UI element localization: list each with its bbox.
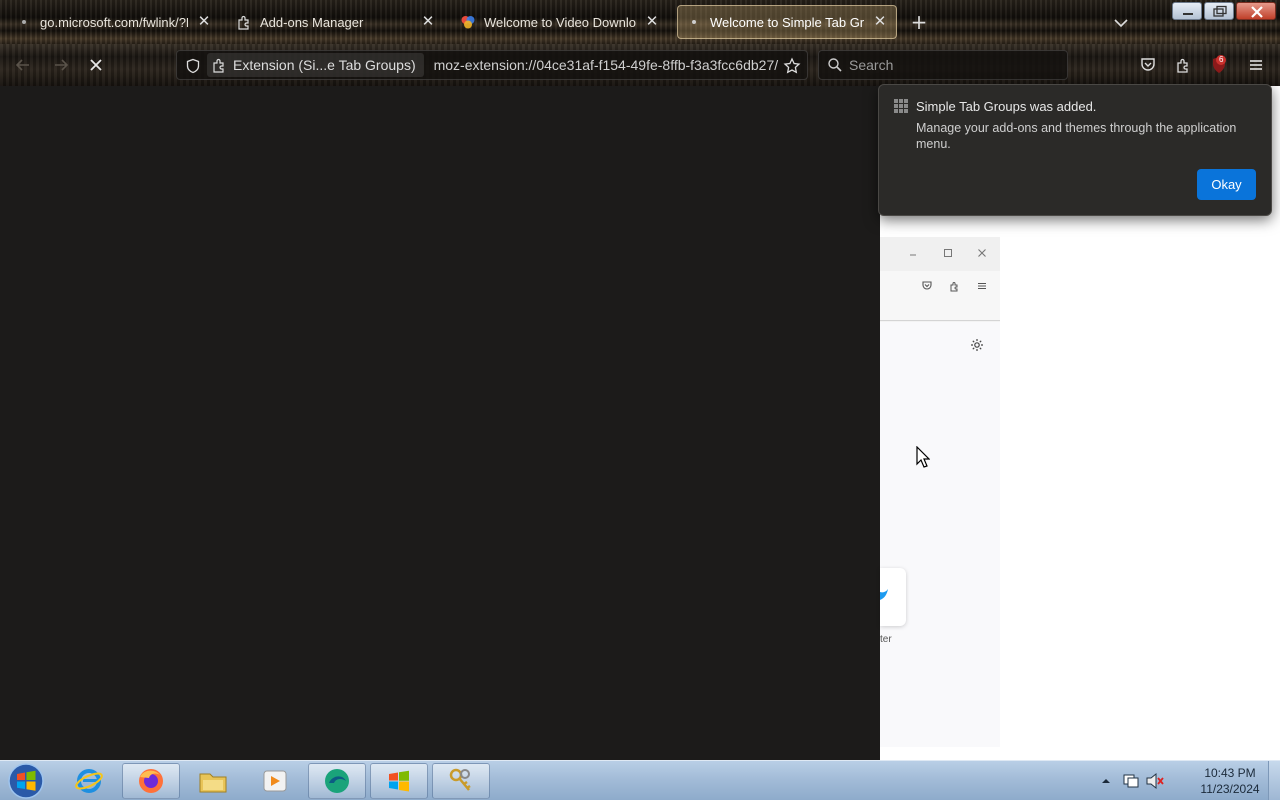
inner-caption: ter [880,634,892,645]
show-desktop-button[interactable] [1268,761,1280,800]
restore-button[interactable] [1204,2,1234,20]
puzzle-icon [950,282,958,292]
stop-button[interactable] [85,54,107,76]
screen: go.microsoft.com/fwlink/?LinkI ✕ Add-ons… [0,0,1280,800]
puzzle-icon [236,14,252,30]
internet-explorer-icon [75,769,103,793]
taskbar-media-player[interactable] [246,763,304,799]
clock-date: 11/23/2024 [1200,782,1260,796]
puzzle-icon [1177,58,1188,73]
gear-icon [971,339,983,351]
grid-icon [894,99,908,113]
close-icon[interactable]: ✕ [196,14,212,30]
notification-title: Simple Tab Groups was added. [916,99,1097,114]
star-icon[interactable] [783,57,801,75]
minimize-icon [1183,13,1193,15]
puzzle-icon [213,58,224,73]
okay-button[interactable]: Okay [1197,169,1256,200]
url-text[interactable]: moz-extension://04ce31af-f154-49fe-8ffb-… [434,57,784,73]
window-controls [1172,2,1276,20]
media-player-icon [263,770,287,792]
close-icon [1251,6,1263,18]
taskbar: 10:43 PM 11/23/2024 [0,760,1280,800]
url-bar[interactable]: Extension (Si...e Tab Groups) moz-extens… [176,50,808,80]
arrow-right-icon [55,59,69,71]
chevron-down-icon [1114,19,1128,28]
tab-simple-tab-groups[interactable]: Welcome to Simple Tab Groups ✕ [677,5,897,39]
taskbar-internet-explorer[interactable] [60,763,118,799]
ublock-button[interactable]: 6 [1208,54,1230,76]
notification-message: Manage your add-ons and themes through t… [916,121,1237,151]
hamburger-menu-icon [978,283,986,289]
search-bar[interactable] [818,50,1068,80]
browser-app-icon [325,769,349,793]
identity-box[interactable]: Extension (Si...e Tab Groups) [207,53,424,77]
taskbar-firefox[interactable] [122,763,180,799]
tab-video-downloadhelper[interactable]: Welcome to Video Downloadh ✕ [452,5,668,39]
embedded-browser-screenshot: ter [880,237,1000,747]
firefox-icon [139,769,163,793]
forward-button[interactable] [50,54,72,76]
navigation-toolbar: Extension (Si...e Tab Groups) moz-extens… [0,44,1280,86]
list-all-tabs-button[interactable] [1110,12,1132,34]
close-icon [978,249,986,257]
inner-card [880,568,906,626]
twitter-icon [880,589,888,600]
minimize-button[interactable] [1172,2,1202,20]
search-icon [828,58,842,72]
taskbar-keys-tool[interactable] [432,763,490,799]
extensions-button[interactable] [1173,54,1195,76]
volume-muted-icon[interactable] [1145,772,1165,790]
shield-icon[interactable] [185,58,201,74]
dot-icon [686,14,702,30]
chevron-up-icon[interactable] [1101,777,1111,785]
minimize-icon [910,254,916,256]
mouse-cursor-icon [916,446,930,468]
hamburger-menu-icon [1250,60,1262,70]
stop-icon [90,59,102,71]
dot-icon [16,14,32,30]
search-input[interactable] [849,57,1049,73]
tab-fwlink[interactable]: go.microsoft.com/fwlink/?LinkI ✕ [8,5,220,39]
file-explorer-icon [199,773,227,793]
close-window-button[interactable] [1236,2,1276,20]
taskbar-browser-app[interactable] [308,763,366,799]
page-content [0,86,880,760]
taskbar-windows-update[interactable] [370,763,428,799]
arrow-left-icon [15,59,29,71]
tab-strip: go.microsoft.com/fwlink/?LinkI ✕ Add-ons… [0,0,1280,44]
pocket-button[interactable] [1137,54,1159,76]
windows-update-icon [389,770,409,792]
clock-time: 10:43 PM [1204,766,1256,780]
inner-body [880,322,1000,747]
restore-icon [1213,5,1227,17]
tab-title: Welcome to Simple Tab Groups [710,14,864,30]
new-tab-button[interactable]: + [908,12,930,34]
tab-addons-manager[interactable]: Add-ons Manager ✕ [228,5,444,39]
start-button[interactable] [6,762,46,800]
close-icon[interactable]: ✕ [644,14,660,30]
system-clock[interactable]: 10:43 PM 11/23/2024 [1190,765,1270,797]
inner-toolbar [880,271,1000,321]
pocket-icon [1141,58,1155,71]
maximize-icon [944,249,952,257]
close-icon[interactable]: ✕ [872,14,888,30]
tab-title: go.microsoft.com/fwlink/?LinkI [40,14,188,30]
tab-title: Welcome to Video Downloadh [484,14,636,30]
tab-title: Add-ons Manager [260,14,364,30]
keys-tool-icon [449,768,471,791]
close-icon[interactable]: ✕ [420,14,436,30]
windows-start-icon [8,763,44,799]
pocket-icon [922,281,932,290]
inner-titlebar [880,237,1000,271]
menu-button[interactable] [1245,54,1267,76]
identity-label: Extension (Si...e Tab Groups) [233,57,416,73]
addon-installed-notification: Simple Tab Groups was added. Manage your… [878,84,1272,216]
action-center-icon[interactable] [1122,773,1140,789]
taskbar-file-explorer[interactable] [184,763,242,799]
back-button[interactable] [12,54,34,76]
video-downloadhelper-icon [460,14,476,30]
